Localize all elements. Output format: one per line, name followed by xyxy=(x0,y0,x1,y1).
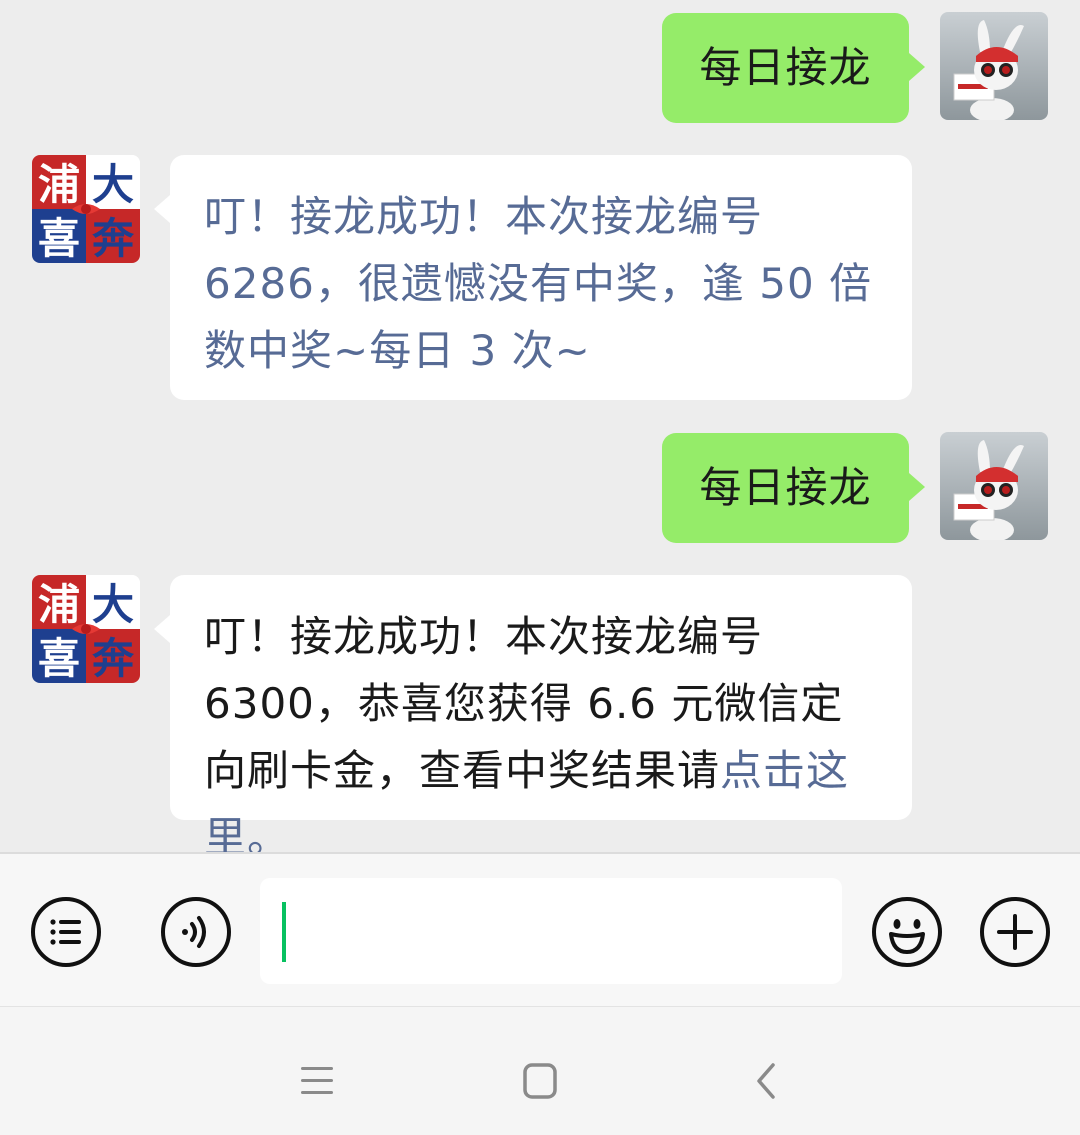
message-text: 叮！接龙成功！本次接龙编号6286，很遗憾没有中奖，逢 50 倍数中奖~每日 3… xyxy=(204,192,873,375)
logo-char: 喜 xyxy=(38,214,80,263)
pufa-logo-avatar-icon[interactable]: 浦 大 喜 奔 xyxy=(32,155,140,263)
plus-icon[interactable] xyxy=(979,896,1051,968)
square-home-icon[interactable] xyxy=(510,1051,570,1111)
rabbit-avatar-icon[interactable] xyxy=(940,12,1048,120)
logo-char: 奔 xyxy=(92,634,135,683)
text-cursor xyxy=(282,902,286,962)
bot-message-bubble[interactable]: 叮！接龙成功！本次接龙编号6300，恭喜您获得 6.6 元微信定向刷卡金，查看中… xyxy=(154,575,912,862)
message-text: 每日接龙 xyxy=(699,463,872,512)
my-message-bubble[interactable]: 每日接龙 xyxy=(662,13,925,123)
emoji-icon[interactable] xyxy=(871,896,943,968)
message-text: 每日接龙 xyxy=(699,43,872,92)
chat-area: 每日接龙 浦 大 喜 奔 叮！接龙成功！本次接龙编号6286，很遗憾没有中奖，逢… xyxy=(0,0,1080,862)
logo-char: 大 xyxy=(92,160,134,209)
system-nav-bar xyxy=(0,1006,1080,1135)
logo-char: 大 xyxy=(92,580,134,629)
logo-char: 喜 xyxy=(38,634,80,683)
rabbit-avatar-icon[interactable] xyxy=(940,432,1048,540)
pufa-logo-avatar-icon[interactable]: 浦 大 喜 奔 xyxy=(32,575,140,683)
input-bar xyxy=(0,852,1080,1006)
message-input[interactable] xyxy=(260,878,842,984)
back-chevron-icon[interactable] xyxy=(737,1051,797,1111)
bot-message-bubble[interactable]: 叮！接龙成功！本次接龙编号6286，很遗憾没有中奖，逢 50 倍数中奖~每日 3… xyxy=(154,155,912,400)
logo-char: 浦 xyxy=(38,580,80,629)
logo-char: 浦 xyxy=(38,160,80,209)
list-menu-icon[interactable] xyxy=(30,896,102,968)
hamburger-icon[interactable] xyxy=(287,1051,347,1111)
logo-char: 奔 xyxy=(92,214,135,263)
my-message-bubble[interactable]: 每日接龙 xyxy=(662,433,925,543)
voice-icon[interactable] xyxy=(160,896,232,968)
